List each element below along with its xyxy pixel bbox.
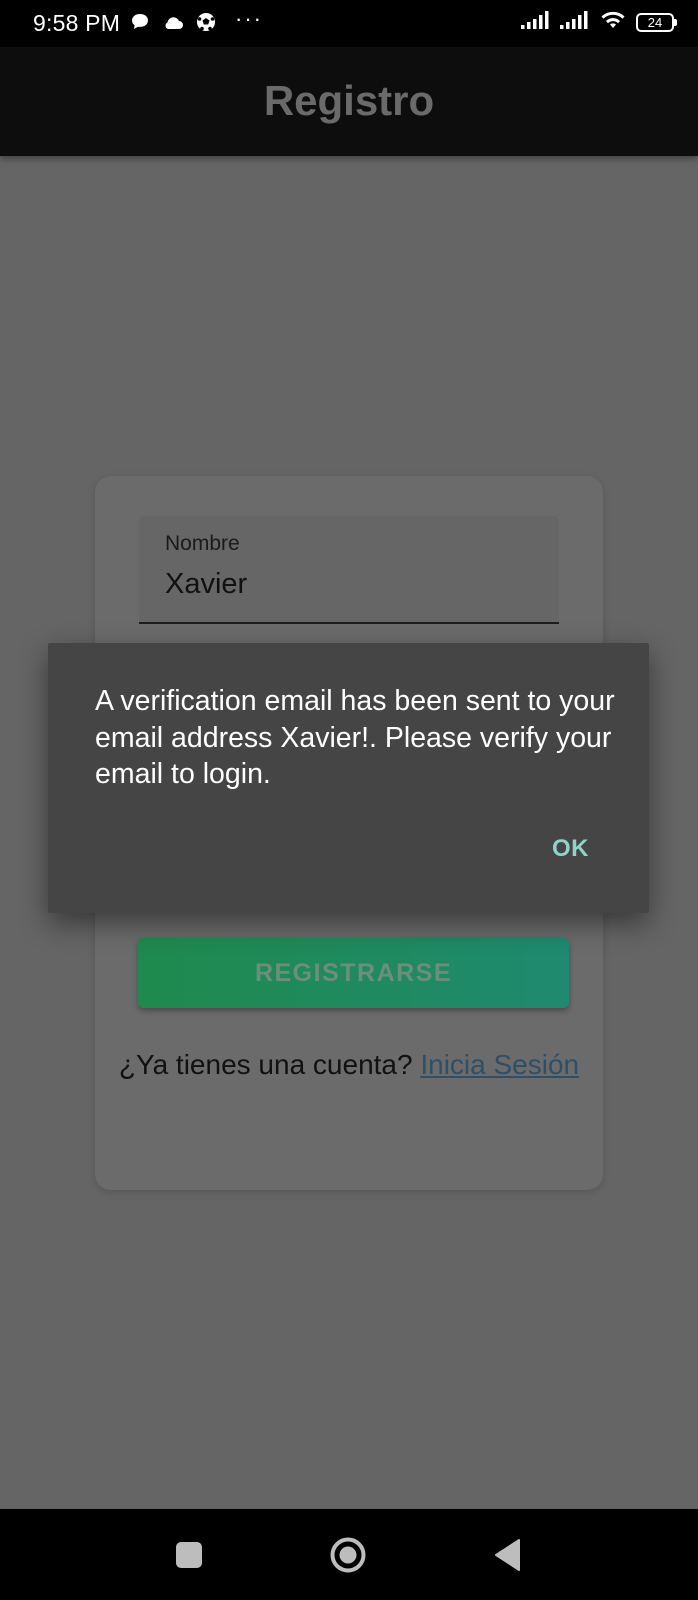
- navigation-bar: [0, 1509, 698, 1600]
- chat-bubble-icon: [130, 12, 150, 37]
- status-time: 9:58 PM: [33, 10, 121, 36]
- register-button[interactable]: REGISTRARSE: [138, 938, 569, 1008]
- dialog-message: A verification email has been sent to yo…: [95, 685, 615, 790]
- login-prompt: ¿Ya tienes una cuenta? Inicia Sesión: [115, 1046, 583, 1083]
- verification-dialog: A verification email has been sent to yo…: [48, 643, 649, 913]
- cloud-icon: [162, 14, 184, 35]
- wifi-icon: [599, 10, 627, 35]
- page-title: Registro: [263, 77, 435, 124]
- name-field-value[interactable]: Xavier: [165, 568, 247, 601]
- back-icon[interactable]: [493, 1538, 521, 1572]
- name-field-label: Nombre: [165, 532, 240, 555]
- name-field[interactable]: Nombre Xavier: [139, 516, 559, 624]
- status-bar: 9:58 PM ··· 24: [0, 0, 698, 47]
- login-link[interactable]: Inicia Sesión: [420, 1049, 579, 1080]
- soccer-ball-icon: [196, 12, 216, 37]
- home-icon[interactable]: [329, 1536, 367, 1574]
- recents-icon[interactable]: [176, 1542, 202, 1568]
- dialog-ok-button[interactable]: OK: [552, 835, 589, 863]
- more-notifications-icon: ···: [235, 6, 263, 31]
- signal-icon: [560, 11, 590, 34]
- app-bar: Registro: [0, 47, 698, 156]
- battery-icon: 24: [636, 13, 677, 32]
- signal-icon: [521, 11, 551, 34]
- system-icons: 24: [521, 10, 677, 35]
- account-prompt-text: ¿Ya tienes una cuenta?: [118, 1049, 413, 1080]
- notification-icons: [130, 12, 216, 37]
